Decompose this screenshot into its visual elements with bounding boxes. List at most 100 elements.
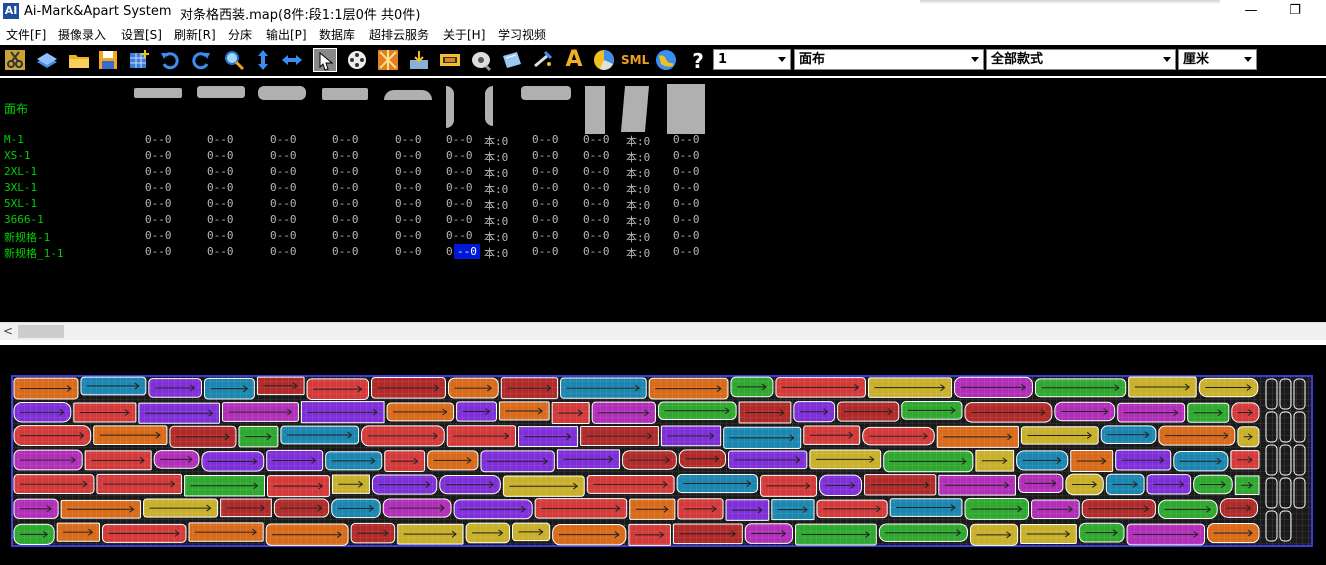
scroll-left-arrow[interactable]: < [3, 324, 15, 339]
pattern-piece[interactable] [13, 523, 55, 545]
pattern-piece[interactable] [1065, 473, 1104, 496]
grid-cell[interactable]: 0--0 [145, 197, 172, 210]
fabric-select[interactable]: 面布 [794, 49, 984, 70]
pattern-piece[interactable] [502, 475, 585, 497]
menu-camera[interactable]: 摄像录入 [58, 26, 106, 43]
pattern-piece[interactable] [184, 475, 265, 497]
pattern-piece[interactable] [862, 426, 935, 446]
piece-thumbnail[interactable] [521, 86, 571, 100]
pattern-piece[interactable] [878, 523, 968, 542]
pattern-piece[interactable] [1146, 474, 1192, 495]
pattern-piece[interactable] [371, 377, 446, 399]
pattern-piece[interactable] [331, 498, 381, 519]
pattern-piece[interactable] [793, 401, 836, 423]
grid-cell[interactable]: 0--0 [446, 229, 473, 242]
grid-cell[interactable]: 0--0 [270, 197, 297, 210]
vertical-arrows-icon[interactable] [251, 48, 275, 72]
pattern-piece[interactable] [677, 498, 724, 520]
pattern-piece[interactable] [660, 425, 722, 447]
grid-cell[interactable]: 本:0 [484, 133, 508, 149]
pattern-piece[interactable] [629, 498, 676, 520]
pattern-piece[interactable] [300, 401, 385, 424]
grid-cell[interactable]: 本:0 [626, 197, 650, 213]
grid-cell[interactable]: 0--0 [673, 165, 700, 178]
pattern-piece[interactable] [80, 376, 147, 396]
grid-cell[interactable]: 0--0 [332, 181, 359, 194]
pattern-piece[interactable] [1020, 523, 1077, 544]
grid-cell[interactable]: 本:0 [626, 165, 650, 181]
pattern-piece[interactable] [13, 498, 59, 519]
pattern-piece[interactable] [1100, 425, 1157, 444]
pattern-piece[interactable] [384, 450, 426, 472]
piece-thumbnail[interactable] [134, 88, 182, 98]
grid-cell[interactable]: 0--0 [145, 245, 172, 258]
pattern-piece[interactable] [809, 449, 882, 470]
pattern-piece[interactable] [678, 449, 727, 469]
pattern-piece[interactable] [1128, 376, 1197, 398]
grid-cell[interactable]: 0--0 [446, 197, 473, 210]
pattern-piece[interactable] [188, 522, 264, 542]
pie-icon[interactable] [592, 48, 616, 72]
grid-cell[interactable]: 0--0 [583, 165, 610, 178]
style-select[interactable]: 全部款式 [986, 49, 1176, 70]
pattern-piece[interactable] [1031, 499, 1080, 519]
piece-thumbnail[interactable] [384, 90, 432, 100]
pattern-piece[interactable] [964, 498, 1030, 520]
pattern-piece[interactable] [556, 449, 621, 470]
pattern-piece[interactable] [1219, 498, 1259, 518]
scroll-thumb[interactable] [18, 325, 64, 338]
grid-cell[interactable]: 本:0 [626, 213, 650, 229]
pattern-piece[interactable] [1070, 450, 1114, 473]
pattern-piece[interactable] [975, 449, 1015, 472]
grid-cell[interactable]: 0 [446, 245, 453, 258]
minimize-button[interactable]: — [1240, 2, 1262, 20]
pattern-piece[interactable] [580, 425, 659, 447]
grid-cell[interactable]: 0--0 [395, 165, 422, 178]
grid-cell[interactable]: 0--0 [207, 245, 234, 258]
pattern-piece[interactable] [883, 450, 974, 473]
grid-cell[interactable]: 0--0 [583, 133, 610, 146]
pattern-piece[interactable] [1117, 402, 1186, 423]
pattern-piece[interactable] [361, 425, 445, 447]
menu-file[interactable]: 文件[F] [6, 26, 46, 43]
grid-cell[interactable]: 0--0 [532, 133, 559, 146]
save-icon[interactable] [96, 48, 120, 72]
menu-about[interactable]: 关于[H] [443, 26, 485, 43]
pattern-piece[interactable] [954, 376, 1033, 398]
grid-cell[interactable]: 0--0 [270, 229, 297, 242]
pattern-piece[interactable] [439, 475, 501, 495]
card-icon[interactable] [500, 48, 524, 72]
pattern-piece[interactable] [265, 523, 349, 546]
pattern-piece[interactable] [60, 499, 142, 519]
select-pointer-icon[interactable] [313, 48, 337, 72]
pattern-piece[interactable] [427, 450, 479, 471]
pattern-piece[interactable] [1016, 450, 1069, 471]
grid-cell[interactable]: 0--0 [145, 149, 172, 162]
grid-cell[interactable]: 0--0 [395, 149, 422, 162]
grid-cell[interactable]: 0--0 [395, 181, 422, 194]
pattern-piece[interactable] [73, 402, 137, 423]
pattern-piece[interactable] [280, 425, 360, 445]
grid-cell[interactable]: 本:0 [626, 229, 650, 245]
grid-cell[interactable]: 0--0 [270, 149, 297, 162]
pattern-piece[interactable] [203, 377, 255, 400]
pattern-piece[interactable] [1193, 474, 1233, 495]
pattern-piece[interactable] [1054, 401, 1116, 422]
pattern-piece[interactable] [169, 425, 237, 448]
film-reel-icon[interactable] [345, 48, 369, 72]
grid-cell[interactable]: 0--0 [532, 181, 559, 194]
unit-select[interactable]: 厘米 [1178, 49, 1257, 70]
pattern-piece[interactable] [13, 377, 79, 400]
pattern-piece[interactable] [96, 473, 183, 495]
grid-cell[interactable]: 0--0 [207, 181, 234, 194]
pattern-piece[interactable] [938, 474, 1017, 496]
pattern-piece[interactable] [867, 377, 953, 398]
pattern-icon[interactable] [376, 48, 400, 72]
grid-cell[interactable]: 0--0 [532, 245, 559, 258]
pattern-piece[interactable] [101, 523, 187, 543]
pattern-piece[interactable] [201, 451, 265, 472]
pattern-piece[interactable] [534, 498, 628, 519]
grid-cell[interactable]: 0--0 [270, 133, 297, 146]
grid-cell[interactable]: 0--0 [673, 245, 700, 258]
menu-cloud[interactable]: 超排云服务 [369, 26, 429, 43]
